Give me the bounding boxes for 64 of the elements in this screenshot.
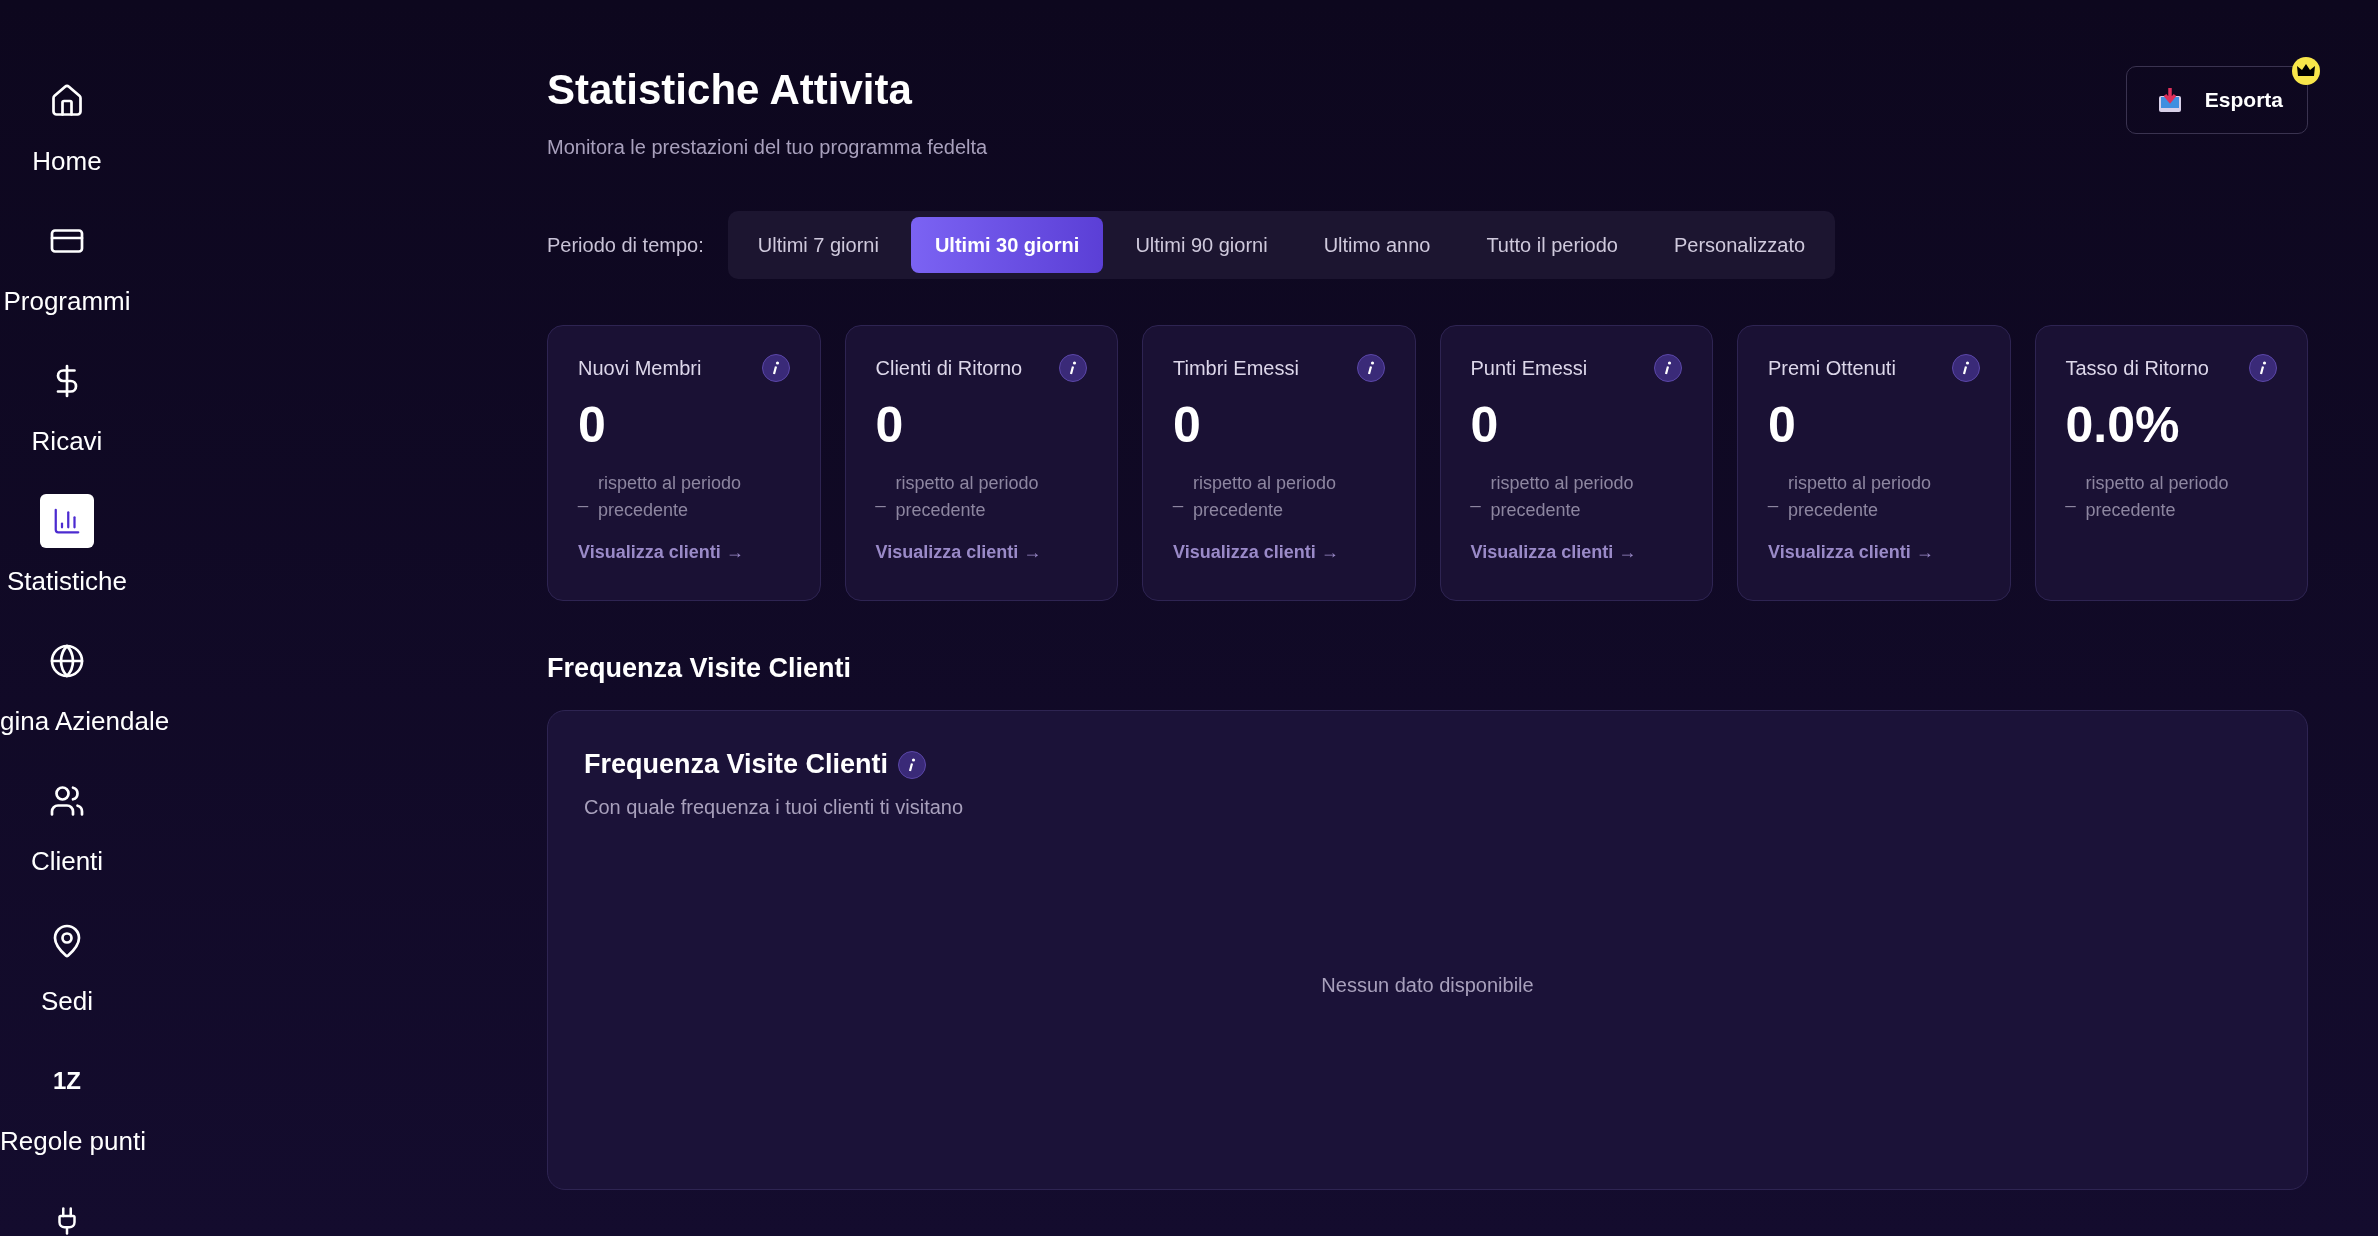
view-clients-link[interactable]: Visualizza clienti →	[1173, 542, 1385, 563]
stat-value: 0	[578, 396, 607, 454]
stat-title: Premi Ottenuti	[1768, 356, 1896, 380]
info-icon[interactable]	[1951, 354, 1980, 382]
sidebar-glyph-icon: 1Z	[53, 1067, 81, 1095]
bar-chart-icon	[52, 506, 82, 536]
panel-subtitle: Con quale frequenza i tuoi clienti ti visitano	[584, 796, 965, 819]
view-clients-link[interactable]: Visualizza clienti →	[875, 542, 1087, 563]
trend-indicator: _	[1173, 486, 1183, 508]
stat-title: Clienti di Ritorno	[875, 356, 1023, 380]
stat-title: Nuovi Membri	[578, 356, 702, 380]
page-subtitle: Monitora le prestazioni del tuo programma fedelta	[547, 136, 988, 159]
trend-indicator: _	[2065, 486, 2076, 508]
comparison-text: rispetto al periodo precedente	[895, 472, 1040, 522]
sidebar-item[interactable]: Sedi	[0, 986, 134, 1017]
selected-nav-icon-tile[interactable]	[40, 494, 94, 548]
period-tab[interactable]: Ultimo anno	[1299, 217, 1455, 273]
stat-value: 0	[1470, 396, 1500, 454]
comparison-text: rispetto al periodo precedente	[598, 472, 743, 522]
stat-value: 0	[875, 396, 905, 454]
view-clients-link[interactable]: Visualizza clienti →	[578, 542, 790, 563]
stat-title: Tasso di Ritorno	[2065, 356, 2209, 380]
page-title: Statistiche Attivita	[547, 66, 913, 114]
users-icon	[49, 783, 85, 819]
stat-title: Timbri Emessi	[1173, 356, 1299, 380]
sidebar-item[interactable]: Regole punti	[0, 1126, 146, 1157]
sidebar-item[interactable]: Home	[0, 146, 134, 177]
info-icon[interactable]	[1654, 354, 1682, 382]
period-tab[interactable]: Ultimi 30 giorni	[910, 217, 1104, 273]
trend-indicator: _	[875, 486, 886, 508]
trend-indicator: _	[578, 486, 588, 508]
view-clients-link[interactable]: Visualizza clienti →	[1470, 542, 1682, 563]
sidebar-item[interactable]: Clienti	[0, 846, 134, 877]
globe-icon	[49, 643, 85, 679]
comparison-text: rispetto al periodo precedente	[1193, 472, 1338, 522]
info-icon[interactable]	[898, 750, 927, 779]
comparison-text: rispetto al periodo precedente	[1788, 472, 1933, 522]
section-heading: Frequenza Visite Clienti	[547, 653, 853, 684]
stat-value: 0	[1173, 396, 1202, 454]
sidebar-item[interactable]: gina Aziendale	[0, 706, 170, 737]
trend-indicator: _	[1470, 486, 1481, 508]
view-clients-link[interactable]: Visualizza clienti →	[1768, 542, 1980, 563]
sidebar-item[interactable]: Programmi	[0, 286, 134, 317]
comparison-text: rispetto al periodo precedente	[2085, 472, 2230, 522]
download-tray-icon	[2156, 86, 2183, 114]
info-icon[interactable]	[1356, 354, 1385, 382]
stat-title: Punti Emessi	[1470, 356, 1588, 380]
comparison-text: rispetto al periodo precedente	[1490, 472, 1635, 522]
empty-state-text: Nessun dato disponibile	[1321, 973, 1534, 997]
info-icon[interactable]	[1059, 354, 1087, 382]
period-tab[interactable]: Personalizzato	[1649, 217, 1830, 273]
panel-title: Frequenza Visite Clienti	[584, 749, 889, 780]
period-tab[interactable]: Ultimi 7 giorni	[733, 217, 903, 273]
period-tab[interactable]: Tutto il periodo	[1462, 217, 1642, 273]
period-label: Periodo di tempo:	[547, 233, 704, 257]
home-icon	[49, 83, 85, 119]
info-icon[interactable]	[761, 354, 790, 382]
stat-value: 0.0%	[2065, 396, 2181, 454]
sidebar-item[interactable]: Ricavi	[0, 426, 134, 457]
period-tab[interactable]: Ultimi 90 giorni	[1111, 217, 1292, 273]
trend-indicator: _	[1768, 486, 1778, 508]
sidebar-item[interactable]: Statistiche	[0, 566, 134, 597]
stat-value: 0	[1768, 396, 1797, 454]
info-icon[interactable]	[2249, 354, 2277, 382]
